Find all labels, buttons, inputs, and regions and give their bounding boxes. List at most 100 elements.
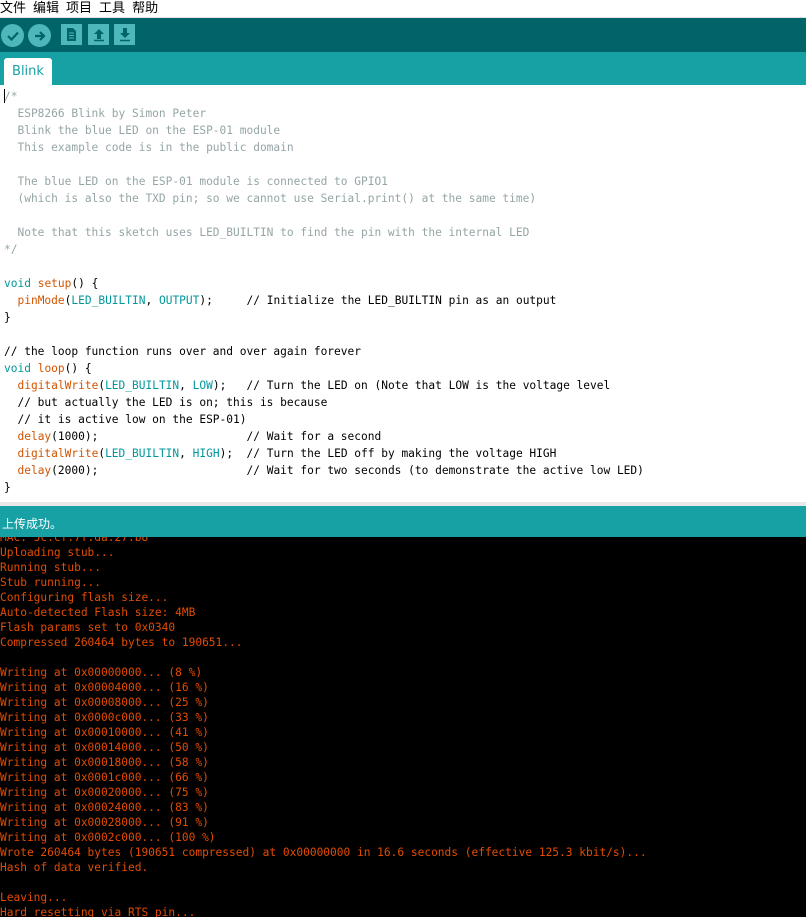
console-line: Auto-detected Flash size: 4MB	[0, 606, 196, 619]
code-token: () {	[71, 277, 99, 290]
code-line: /*	[4, 88, 644, 105]
console-line: Writing at 0x0002c000... (100 %)	[0, 831, 216, 844]
arrow-down-icon	[119, 28, 130, 42]
code-token: delay	[17, 464, 52, 477]
console-line: Uploading stub...	[0, 546, 115, 559]
code-line: }	[4, 309, 644, 326]
code-token: ESP8266 Blink by Simon Peter	[4, 107, 207, 120]
status-bar: 上传成功。	[0, 506, 806, 537]
code-token: ,	[145, 294, 159, 307]
code-line: }	[4, 479, 644, 496]
code-token: () {	[64, 362, 92, 375]
code-token: Blink the blue LED on the ESP-01 module	[4, 124, 281, 137]
console-line: Writing at 0x00020000... (75 %)	[0, 786, 209, 799]
code-token: ,	[179, 447, 193, 460]
code-token: void	[4, 277, 31, 290]
code-token: /*	[4, 90, 18, 103]
console-line: Writing at 0x0001c000... (66 %)	[0, 771, 209, 784]
open-button[interactable]	[88, 24, 109, 45]
console-line: Writing at 0x00024000... (83 %)	[0, 801, 209, 814]
code-token: digitalWrite	[17, 379, 99, 392]
code-line: digitalWrite(LED_BUILTIN, HIGH); // Turn…	[4, 445, 644, 462]
menu-sketch[interactable]: 项目	[66, 0, 94, 17]
code-line: delay(2000); // Wait for two seconds (to…	[4, 462, 644, 479]
console-line: Running stub...	[0, 561, 102, 574]
menu-file[interactable]: 文件	[0, 0, 28, 17]
console-line: Flash params set to 0x0340	[0, 621, 176, 634]
code-line: void loop() {	[4, 360, 644, 377]
code-token: Note that this sketch uses LED_BUILTIN t…	[4, 226, 530, 239]
code-token: ); // Turn the LED on (Note that LOW is …	[212, 379, 611, 392]
tab-bar: Blink	[0, 52, 806, 85]
new-button[interactable]	[61, 24, 82, 45]
menu-bar: 文件 编辑 项目 工具 帮助	[0, 0, 806, 18]
code-token: ); // Initialize the LED_BUILTIN pin as …	[199, 294, 557, 307]
code-token: The blue LED on the ESP-01 module is con…	[4, 175, 388, 188]
code-token: OUTPUT	[158, 294, 200, 307]
code-line: void setup() {	[4, 275, 644, 292]
code-line: Note that this sketch uses LED_BUILTIN t…	[4, 224, 644, 241]
console-line: Writing at 0x00004000... (16 %)	[0, 681, 209, 694]
console-line: Hard resetting via RTS pin...	[0, 906, 196, 917]
code-token: LOW	[192, 379, 213, 392]
code-line: // the loop function runs over and over …	[4, 343, 644, 360]
code-token: LED_BUILTIN	[105, 447, 180, 460]
console-line: Writing at 0x00014000... (50 %)	[0, 741, 209, 754]
console-line: Writing at 0x0000c000... (33 %)	[0, 711, 209, 724]
code-token: */	[4, 243, 18, 256]
code-token: digitalWrite	[17, 447, 99, 460]
code-line: delay(1000); // Wait for a second	[4, 428, 644, 445]
code-token: }	[4, 311, 11, 324]
arrow-right-icon	[34, 30, 46, 41]
code-text: /* ESP8266 Blink by Simon Peter Blink th…	[4, 88, 644, 496]
console-line: Writing at 0x00018000... (58 %)	[0, 756, 209, 769]
console-line: Compressed 260464 bytes to 190651...	[0, 636, 243, 649]
code-line: This example code is in the public domai…	[4, 139, 644, 156]
code-token: // it is active low on the ESP-01)	[4, 413, 247, 426]
code-token: HIGH	[192, 447, 220, 460]
code-token: void	[4, 362, 31, 375]
console-line: Configuring flash size...	[0, 591, 169, 604]
tab-blink[interactable]: Blink	[4, 58, 52, 85]
menu-help[interactable]: 帮助	[132, 0, 160, 17]
menu-tools[interactable]: 工具	[99, 0, 127, 17]
upload-button[interactable]	[28, 24, 51, 47]
arrow-up-icon	[93, 29, 104, 42]
code-token: (2000); // Wait for two seconds (to demo…	[51, 464, 644, 477]
code-editor[interactable]: /* ESP8266 Blink by Simon Peter Blink th…	[0, 85, 806, 502]
code-line: // but actually the LED is on; this is b…	[4, 394, 644, 411]
new-file-icon	[67, 28, 76, 41]
code-line: ESP8266 Blink by Simon Peter	[4, 105, 644, 122]
code-token: // the loop function runs over and over …	[4, 345, 361, 358]
code-token: ); // Turn the LED off by making the vol…	[219, 447, 557, 460]
save-button[interactable]	[114, 24, 135, 45]
code-token: // but actually the LED is on; this is b…	[4, 396, 328, 409]
console-line: Writing at 0x00010000... (41 %)	[0, 726, 209, 739]
code-line: pinMode(LED_BUILTIN, OUTPUT); // Initial…	[4, 292, 644, 309]
verify-button[interactable]	[1, 24, 24, 47]
code-token: pinMode	[17, 294, 65, 307]
console-line: Writing at 0x00008000... (25 %)	[0, 696, 209, 709]
console-line: Wrote 260464 bytes (190651 compressed) a…	[0, 846, 647, 859]
console-line: Hash of data verified.	[0, 861, 149, 874]
console-output[interactable]: MAC: 5c:cf:7f:da:27:b8 Uploading stub... R…	[0, 537, 806, 917]
code-line: (which is also the TXD pin; so we cannot…	[4, 190, 644, 207]
menu-edit[interactable]: 编辑	[33, 0, 61, 17]
console-text: MAC: 5c:cf:7f:da:27:b8 Uploading stub... R…	[0, 537, 647, 917]
toolbar	[0, 18, 806, 52]
code-line: The blue LED on the ESP-01 module is con…	[4, 173, 644, 190]
code-token: setup	[37, 277, 72, 290]
code-token: (1000); // Wait for a second	[51, 430, 382, 443]
code-token: ,	[179, 379, 193, 392]
